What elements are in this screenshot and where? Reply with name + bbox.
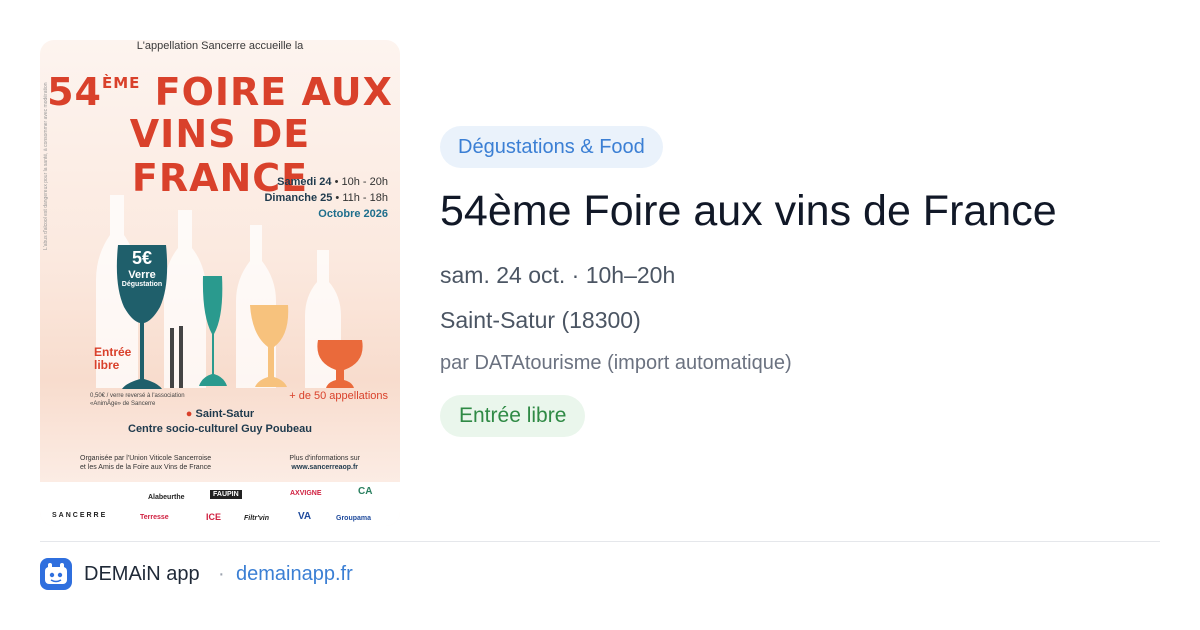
poster-info: Plus d'informations sur www.sancerreaop.… bbox=[289, 454, 360, 472]
poster-location: ● Saint-Satur Centre socio-culturel Guy … bbox=[40, 407, 400, 437]
sponsor-logo: FAUPIN bbox=[210, 490, 242, 499]
demain-app-icon bbox=[40, 558, 72, 590]
sponsor-logo: AXVIGNE bbox=[290, 490, 322, 497]
poster-venue: Centre socio-culturel Guy Poubeau bbox=[128, 423, 312, 435]
poster-town: Saint-Satur bbox=[195, 408, 255, 420]
app-logo-icon bbox=[45, 563, 67, 584]
poster-donation: 0,50€ / verre reversé à l'association «A… bbox=[90, 392, 185, 408]
glass-sub: Dégustation bbox=[121, 281, 163, 288]
poster-day1-hours: • 10h - 20h bbox=[334, 176, 388, 188]
glass-label: Verre bbox=[128, 269, 156, 281]
app-domain-link[interactable]: demainapp.fr bbox=[236, 563, 353, 586]
poster-entry-line2: libre bbox=[94, 358, 120, 372]
poster-info-line2: www.sancerreaop.fr bbox=[291, 464, 359, 471]
event-source: par DATAtourisme (import automatique) bbox=[440, 352, 792, 374]
poster-title-number: 54 bbox=[47, 70, 102, 114]
poster-side-note: L'abus d'alcool est dangereux pour la sa… bbox=[43, 82, 49, 250]
sponsor-logo: SANCERRE bbox=[52, 512, 108, 519]
poster-organizer: Organisée par l'Union Viticole Sancerroi… bbox=[80, 454, 211, 472]
poster-org-line1: Organisée par l'Union Viticole Sancerroi… bbox=[80, 455, 212, 462]
sponsor-logo: Groupama bbox=[336, 515, 372, 522]
sponsor-logos: SANCERRE Alabeurthe FAUPIN AXVIGNE CA Te… bbox=[40, 482, 400, 526]
event-poster: L'appellation Sancerre accueille la 54ÈM… bbox=[40, 40, 400, 526]
knife-icon bbox=[179, 326, 183, 388]
event-title: 54ème Foire aux vins de France bbox=[440, 187, 1057, 235]
event-location: Saint-Satur (18300) bbox=[440, 307, 641, 333]
sponsor-logo: Terresse bbox=[140, 514, 169, 521]
glass-price-label: 5€ Verre Dégustation bbox=[118, 248, 166, 288]
poster-appellations: + de 50 appellations bbox=[289, 390, 388, 402]
poster-title-line1-rest: FOIRE AUX bbox=[154, 70, 393, 114]
poster-entry: Entrée libre bbox=[94, 346, 131, 372]
poster-donation-line1: 0,50€ / verre reversé à l'association bbox=[90, 393, 185, 399]
fork-icon bbox=[170, 328, 174, 388]
category-badge[interactable]: Dégustations & Food bbox=[440, 126, 663, 168]
footer-separator: · bbox=[218, 563, 225, 585]
poster-title-line1: 54ÈME FOIRE AUX bbox=[40, 70, 400, 114]
footer-divider bbox=[40, 541, 1160, 542]
event-date: sam. 24 oct. · 10h–20h bbox=[440, 262, 676, 288]
price-badge: Entrée libre bbox=[440, 395, 586, 437]
sponsor-logo: CA bbox=[358, 486, 373, 497]
glass-price: 5€ bbox=[131, 248, 153, 268]
app-name: DEMAiN app bbox=[84, 563, 200, 585]
poster-info-line1: Plus d'informations sur bbox=[289, 455, 360, 462]
poster-intro: L'appellation Sancerre accueille la bbox=[136, 40, 304, 52]
location-pin-icon: ● bbox=[185, 408, 193, 420]
sponsor-logo: Alabeurthe bbox=[148, 494, 185, 501]
poster-title-sup: ÈME bbox=[101, 74, 141, 92]
sponsor-logo: ICE bbox=[206, 512, 222, 522]
poster-org-line2: et les Amis de la Foire aux Vins de Fran… bbox=[80, 464, 211, 471]
sponsor-logo: VA bbox=[298, 511, 312, 522]
poster-day1: Samedi 24 bbox=[277, 176, 332, 188]
sponsor-logo: Filtr'vin bbox=[244, 515, 269, 522]
